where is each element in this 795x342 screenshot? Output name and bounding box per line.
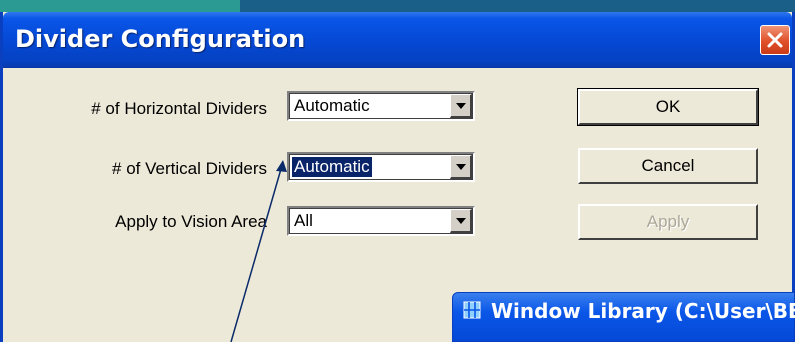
horizontal-dividers-select[interactable]: Automatic bbox=[287, 91, 475, 121]
window-grid-icon bbox=[463, 301, 481, 319]
chevron-down-icon[interactable] bbox=[450, 209, 472, 233]
ok-button[interactable]: OK bbox=[577, 88, 759, 126]
window-library-titlebar[interactable]: Window Library (C:\User\BE bbox=[452, 292, 795, 342]
close-icon bbox=[767, 32, 783, 48]
vertical-dividers-label: # of Vertical Dividers bbox=[112, 159, 267, 178]
title-bar[interactable]: Divider Configuration bbox=[3, 12, 792, 68]
chevron-down-icon[interactable] bbox=[450, 155, 472, 179]
vertical-dividers-select[interactable]: Automatic bbox=[287, 152, 475, 182]
vision-area-label: Apply to Vision Area bbox=[115, 212, 267, 231]
window-library-title: Window Library (C:\User\BE bbox=[491, 299, 795, 323]
close-button[interactable] bbox=[760, 25, 790, 55]
vertical-dividers-value: Automatic bbox=[291, 156, 373, 178]
cancel-button[interactable]: Cancel bbox=[578, 148, 758, 184]
dialog-title: Divider Configuration bbox=[15, 25, 306, 53]
horizontal-dividers-label: # of Horizontal Dividers bbox=[91, 99, 267, 118]
horizontal-dividers-value: Automatic bbox=[294, 96, 370, 115]
chevron-down-icon[interactable] bbox=[450, 94, 472, 118]
vision-area-value: All bbox=[294, 211, 313, 230]
vision-area-select[interactable]: All bbox=[287, 206, 475, 236]
apply-button[interactable]: Apply bbox=[578, 204, 758, 240]
